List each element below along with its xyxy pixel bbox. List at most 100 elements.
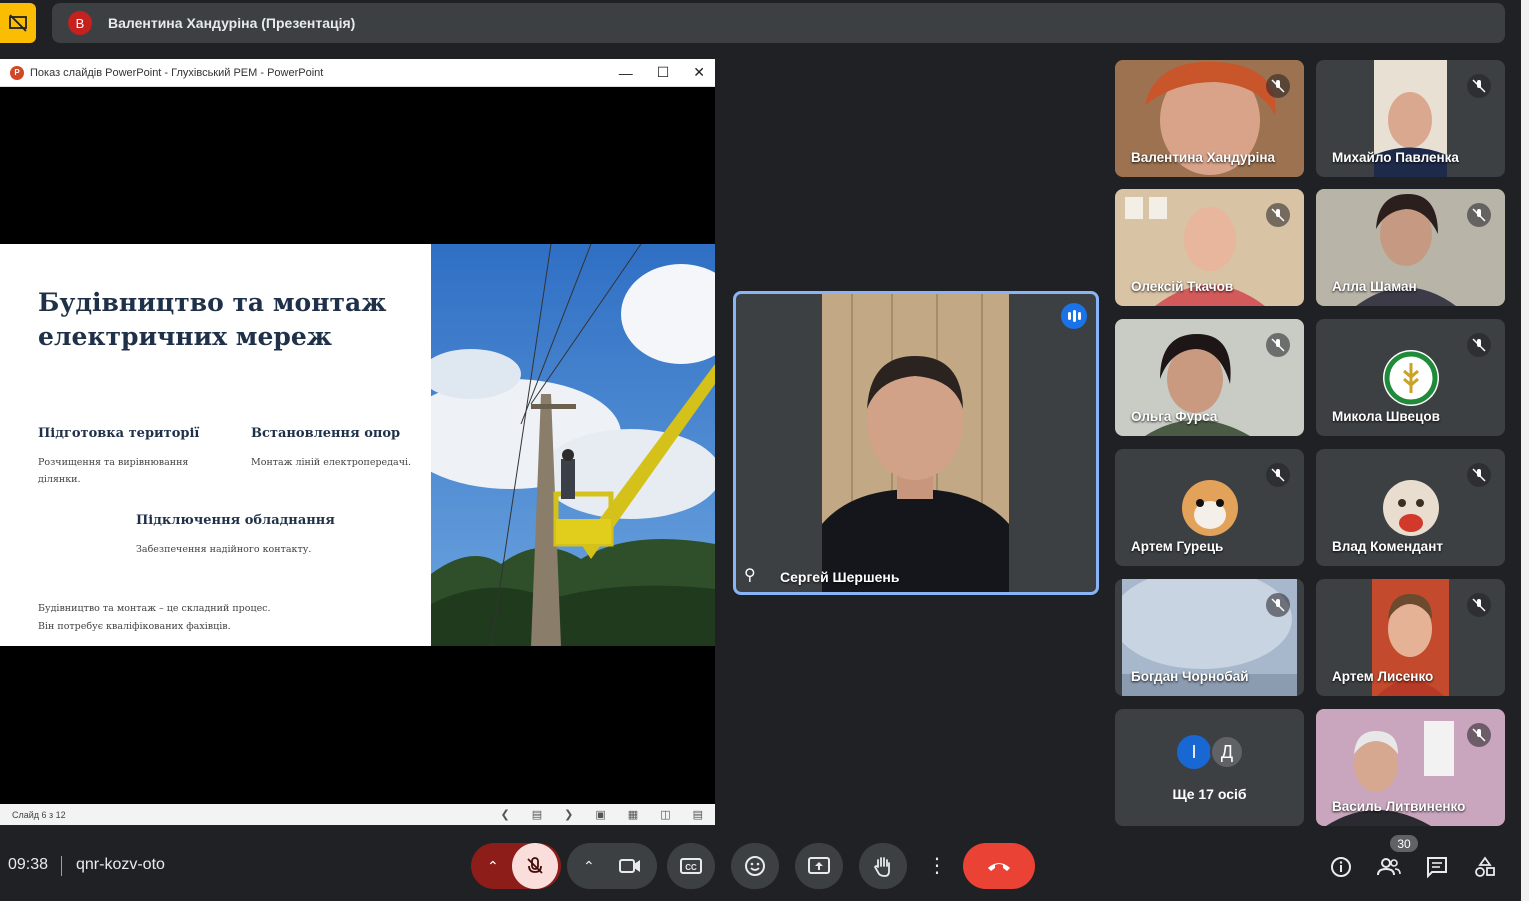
section2-heading: Встановлення опор	[251, 426, 401, 441]
sorter-view-icon[interactable]: ▦	[628, 808, 638, 821]
participant-tile[interactable]: Валентина Хандуріна	[1115, 60, 1304, 177]
info-icon	[1331, 857, 1351, 877]
stop-presenting-button[interactable]	[0, 3, 36, 43]
participant-name: Микола Швецов	[1332, 409, 1440, 424]
participant-tile[interactable]: Ольга Фурса	[1115, 319, 1304, 436]
divider	[61, 856, 62, 876]
leave-call-button[interactable]	[963, 843, 1035, 889]
slideshow-view-icon[interactable]: ▤	[693, 808, 703, 821]
chevron-up-icon: ⌃	[583, 857, 595, 874]
mic-off-icon	[1266, 463, 1290, 487]
pin-icon[interactable]: ⚲	[744, 565, 756, 585]
reading-view-icon[interactable]: ◫	[660, 808, 670, 821]
participant-name: Олексій Ткачов	[1131, 279, 1234, 294]
chat-button[interactable]	[1423, 853, 1451, 881]
participant-tile[interactable]: Михайло Павленка	[1316, 60, 1505, 177]
mic-off-icon	[1266, 74, 1290, 98]
mic-off-icon	[1266, 333, 1290, 357]
participant-count-badge: 30	[1390, 835, 1418, 852]
mic-off-icon	[527, 857, 543, 874]
active-speaker-tile[interactable]: Сергей Шершень ⚲	[733, 291, 1099, 595]
participant-tile[interactable]: Василь Литвиненко	[1316, 709, 1505, 826]
participant-name: Артем Гурець	[1131, 539, 1224, 554]
participant-name: Михайло Павленка	[1332, 150, 1459, 165]
presenter-avatar: В	[68, 11, 92, 35]
participant-tile[interactable]: Олексій Ткачов	[1115, 189, 1304, 306]
prev-slide-icon[interactable]: ❮	[501, 808, 510, 821]
camera-icon	[619, 859, 640, 873]
close-button[interactable]: ✕	[693, 64, 705, 81]
section1-heading: Підготовка території	[38, 426, 200, 441]
activities-button[interactable]	[1471, 853, 1499, 881]
section1-text: Розчищення та вирівнювання ділянки.	[38, 457, 189, 485]
mic-off-icon	[1467, 74, 1491, 98]
more-vert-icon: ⋮	[927, 855, 947, 877]
mic-off-icon	[1467, 723, 1491, 747]
power-line-photo	[431, 244, 715, 646]
scrollbar[interactable]	[1521, 0, 1529, 901]
powerpoint-window: P Показ слайдів PowerPoint - Глухівський…	[0, 59, 715, 825]
window-title: Показ слайдів PowerPoint - Глухівський Р…	[30, 66, 324, 79]
participant-avatar	[1383, 480, 1439, 536]
svg-text:CC: CC	[685, 863, 697, 872]
mic-off-icon	[1266, 203, 1290, 227]
more-options-button[interactable]: ⋮	[923, 843, 951, 889]
meeting-code: qnr-kozv-oto	[76, 856, 165, 873]
emoji-icon	[745, 856, 765, 876]
mic-off-icon	[1467, 463, 1491, 487]
slide-counter: Слайд 6 з 12	[12, 809, 66, 820]
maximize-button[interactable]: ☐	[657, 64, 670, 81]
hand-icon	[873, 857, 890, 877]
mic-off-icon	[1467, 333, 1491, 357]
mic-toggle-button[interactable]	[512, 843, 558, 889]
normal-view-icon[interactable]: ▣	[595, 808, 605, 821]
mic-off-icon	[1266, 593, 1290, 617]
participant-avatar	[1182, 480, 1238, 536]
presentation-off-icon	[9, 14, 27, 32]
section2-text: Монтаж ліній електропередачі.	[251, 457, 412, 468]
participant-name: Василь Литвиненко	[1332, 799, 1466, 814]
presentation-title: Валентина Хандуріна (Презентація)	[108, 15, 356, 31]
section3-heading: Підключення обладнання	[136, 513, 335, 528]
slide-title: Будівництво та монтаж електричних мереж	[38, 288, 387, 351]
participant-name: Алла Шаман	[1332, 279, 1417, 294]
participant-name: Артем Лисенко	[1332, 669, 1434, 684]
captions-icon: CC	[680, 858, 702, 874]
speaker-name: Сергей Шершень	[780, 569, 900, 585]
powerpoint-titlebar: P Показ слайдів PowerPoint - Глухівський…	[0, 59, 715, 87]
powerpoint-logo-icon: P	[10, 65, 24, 80]
participant-tile[interactable]: Влад Комендант	[1316, 449, 1505, 566]
powerpoint-statusbar: Слайд 6 з 12 ❮ ▤ ❯ ▣ ▦ ◫ ▤	[0, 804, 715, 825]
meeting-info-button[interactable]	[1327, 853, 1355, 881]
captions-button[interactable]: CC	[667, 843, 715, 889]
more-participants-tile[interactable]: І Д Ще 17 осіб	[1115, 709, 1304, 826]
clock: 09:38	[8, 856, 49, 873]
speaker-video	[822, 294, 1009, 592]
activities-icon	[1475, 856, 1495, 877]
participant-tile[interactable]: Богдан Чорнобай	[1115, 579, 1304, 696]
slide: Будівництво та монтаж електричних мереж …	[0, 244, 715, 646]
slide-footer-line2: Він потребує кваліфікованих фахівців.	[38, 621, 231, 632]
present-icon	[808, 857, 830, 874]
people-button[interactable]	[1375, 853, 1403, 881]
university-logo-icon	[1383, 350, 1439, 406]
participant-name: Влад Комендант	[1332, 539, 1443, 554]
participant-tile[interactable]: Артем Гурець	[1115, 449, 1304, 566]
minimize-button[interactable]: —	[619, 65, 633, 81]
participant-tile[interactable]: Артем Лисенко	[1316, 579, 1505, 696]
hang-up-icon	[988, 863, 1010, 871]
speaking-indicator-icon	[1061, 303, 1087, 329]
next-slide-icon[interactable]: ❯	[564, 808, 573, 821]
presentation-banner: В Валентина Хандуріна (Презентація)	[52, 3, 1505, 43]
slide-menu-icon[interactable]: ▤	[532, 808, 542, 821]
participant-tile[interactable]: Алла Шаман	[1316, 189, 1505, 306]
section3-text: Забезпечення надійного контакту.	[136, 544, 312, 555]
camera-toggle-button[interactable]: ⌃	[567, 843, 657, 889]
reactions-button[interactable]	[731, 843, 779, 889]
participant-tile[interactable]: Микола Швецов	[1316, 319, 1505, 436]
chat-icon	[1427, 857, 1447, 878]
participant-initial-avatar: І	[1177, 735, 1211, 769]
slide-footer-line1: Будівництво та монтаж – це складний проц…	[38, 603, 271, 614]
present-screen-button[interactable]	[795, 843, 843, 889]
raise-hand-button[interactable]	[859, 843, 907, 889]
